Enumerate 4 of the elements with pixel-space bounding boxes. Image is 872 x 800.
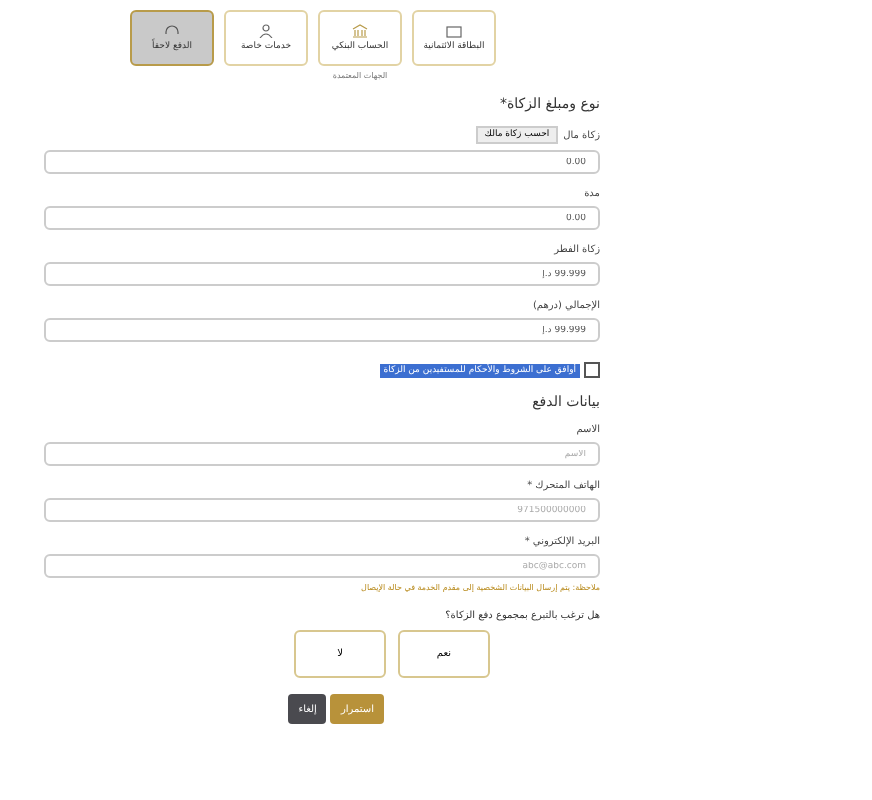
card-icon: [446, 24, 462, 38]
person-icon: [258, 24, 274, 38]
checkbox[interactable]: [584, 362, 600, 378]
bank-icon: [352, 24, 368, 38]
